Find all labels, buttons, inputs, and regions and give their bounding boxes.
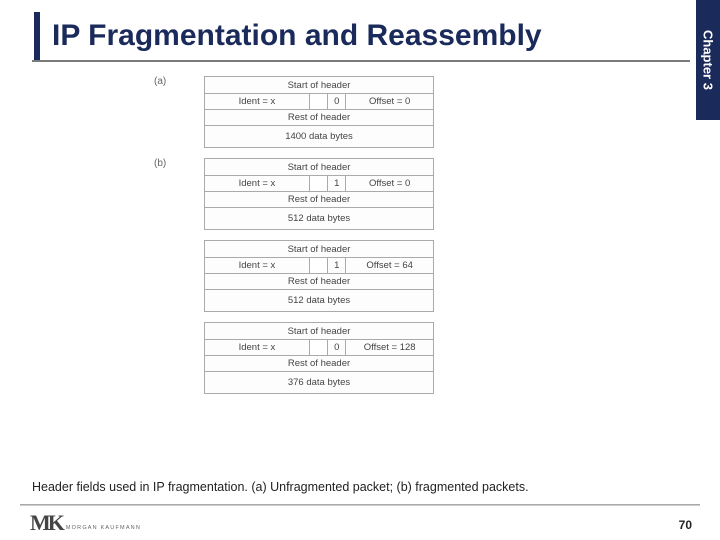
spacer-field xyxy=(310,340,328,355)
ident-field: Ident = x xyxy=(205,258,310,273)
offset-field: Offset = 64 xyxy=(346,258,433,273)
footer-divider xyxy=(20,504,700,506)
title-block: IP Fragmentation and Reassembly xyxy=(32,18,542,54)
start-header: Start of header xyxy=(205,159,433,175)
diagram-area: (a) Start of header Ident = x 0 Offset =… xyxy=(150,76,570,404)
spacer-field xyxy=(310,94,328,109)
flag-field: 1 xyxy=(328,258,346,273)
packet-b1-body: Start of header Ident = x 1 Offset = 0 R… xyxy=(204,158,434,230)
packet-b1: (b) Start of header Ident = x 1 Offset =… xyxy=(150,158,570,230)
logo-mark: MK xyxy=(30,510,62,536)
rest-header: Rest of header xyxy=(205,191,433,207)
packet-b3-body: Start of header Ident = x 0 Offset = 128… xyxy=(204,322,434,394)
start-header: Start of header xyxy=(205,77,433,93)
rest-header: Rest of header xyxy=(205,273,433,289)
offset-field: Offset = 0 xyxy=(346,94,433,109)
logo-subtext: MORGAN KAUFMANN xyxy=(66,525,141,531)
rest-header: Rest of header xyxy=(205,355,433,371)
chapter-label: Chapter 3 xyxy=(701,30,716,90)
ident-field: Ident = x xyxy=(205,176,310,191)
page-title: IP Fragmentation and Reassembly xyxy=(32,18,542,54)
ident-field: Ident = x xyxy=(205,340,310,355)
packet-a: (a) Start of header Ident = x 0 Offset =… xyxy=(150,76,570,148)
chapter-tab: Chapter 3 xyxy=(696,0,720,120)
flag-field: 1 xyxy=(328,176,346,191)
data-field: 512 data bytes xyxy=(205,207,433,229)
field-row: Ident = x 1 Offset = 64 xyxy=(205,257,433,273)
flag-field: 0 xyxy=(328,340,346,355)
packet-b2-body: Start of header Ident = x 1 Offset = 64 … xyxy=(204,240,434,312)
ident-field: Ident = x xyxy=(205,94,310,109)
flag-field: 0 xyxy=(328,94,346,109)
label-b: (b) xyxy=(154,158,166,169)
label-a: (a) xyxy=(154,76,166,87)
data-field: 512 data bytes xyxy=(205,289,433,311)
spacer-field xyxy=(310,258,328,273)
packet-a-body: Start of header Ident = x 0 Offset = 0 R… xyxy=(204,76,434,148)
slide: Chapter 3 IP Fragmentation and Reassembl… xyxy=(0,0,720,540)
figure-caption: Header fields used in IP fragmentation. … xyxy=(32,480,529,494)
packet-b3: Start of header Ident = x 0 Offset = 128… xyxy=(150,322,570,394)
offset-field: Offset = 128 xyxy=(346,340,433,355)
data-field: 1400 data bytes xyxy=(205,125,433,147)
start-header: Start of header xyxy=(205,323,433,339)
spacer-field xyxy=(310,176,328,191)
start-header: Start of header xyxy=(205,241,433,257)
field-row: Ident = x 1 Offset = 0 xyxy=(205,175,433,191)
rest-header: Rest of header xyxy=(205,109,433,125)
field-row: Ident = x 0 Offset = 0 xyxy=(205,93,433,109)
title-underline xyxy=(32,60,690,62)
page-number: 70 xyxy=(679,518,692,532)
packet-b2: Start of header Ident = x 1 Offset = 64 … xyxy=(150,240,570,312)
offset-field: Offset = 0 xyxy=(346,176,433,191)
publisher-logo: MK MORGAN KAUFMANN xyxy=(30,510,141,536)
field-row: Ident = x 0 Offset = 128 xyxy=(205,339,433,355)
data-field: 376 data bytes xyxy=(205,371,433,393)
